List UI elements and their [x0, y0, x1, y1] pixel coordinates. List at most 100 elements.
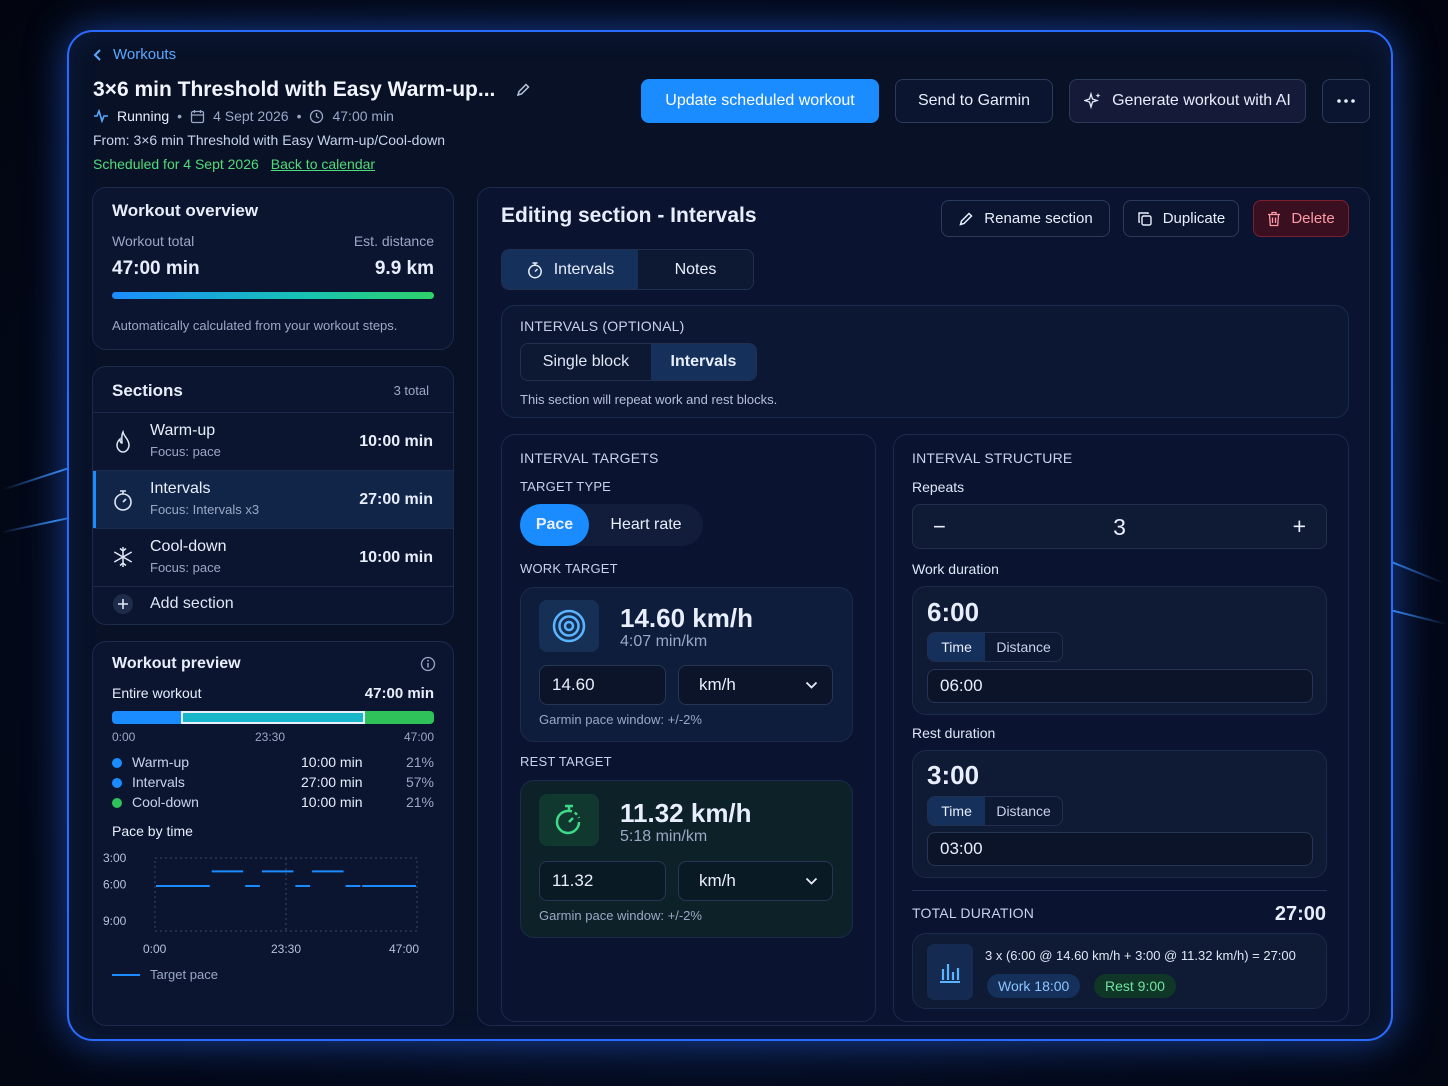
- editor-title: Editing section - Intervals: [501, 204, 757, 227]
- workout-overview-card: Workout overview Workout total Est. dist…: [92, 187, 454, 350]
- timeline-cool-down: [365, 711, 434, 724]
- section-item-warm-up[interactable]: Warm-up Focus: pace 10:00 min: [93, 413, 453, 470]
- pencil-icon[interactable]: [515, 82, 531, 98]
- trash-icon: [1267, 211, 1281, 227]
- rest-target-input[interactable]: 11.32: [539, 861, 666, 901]
- rename-label: Rename section: [984, 210, 1093, 227]
- send-to-garmin-button[interactable]: Send to Garmin: [895, 79, 1053, 123]
- delete-button[interactable]: Delete: [1253, 200, 1349, 237]
- work-target-input[interactable]: 14.60: [539, 665, 666, 705]
- rest-duration-input[interactable]: 03:00: [927, 832, 1313, 866]
- target-type-heart-rate[interactable]: Heart rate: [589, 504, 703, 546]
- section-item-cool-down[interactable]: Cool-down Focus: pace 10:00 min: [93, 529, 453, 586]
- rest-pace: 5:18 min/km: [620, 828, 708, 845]
- intervals-mode-box: INTERVALS (OPTIONAL) Single block Interv…: [501, 305, 1349, 418]
- section-duration: 27:00 min: [359, 491, 433, 508]
- total-duration-value: 27:00: [1274, 903, 1326, 925]
- section-duration: 10:00 min: [359, 433, 433, 450]
- activity-icon: [93, 109, 109, 123]
- legend-pct: 21%: [405, 754, 434, 770]
- rest-speed: 11.32 km/h: [620, 798, 752, 828]
- more-horizontal-icon: [1337, 99, 1355, 103]
- entire-workout-value: 47:00 min: [364, 685, 434, 702]
- separator-dot: •: [296, 108, 302, 124]
- sections-title: Sections: [112, 381, 183, 400]
- timeline-tick-start: 0:00: [112, 730, 136, 744]
- work-duration-input[interactable]: 06:00: [927, 669, 1313, 703]
- copy-icon: [1137, 211, 1153, 227]
- section-focus: Focus: Intervals x3: [150, 502, 260, 517]
- total-duration-label: TOTAL DURATION: [912, 905, 1035, 921]
- work-unit-select[interactable]: km/h: [678, 665, 833, 705]
- total-summary-box: 3 x (6:00 @ 14.60 km/h + 3:00 @ 11.32 km…: [912, 933, 1327, 1009]
- calendar-icon: [190, 109, 205, 124]
- section-name: Cool-down: [150, 538, 227, 555]
- est-distance-value: 9.9 km: [374, 258, 434, 279]
- rename-section-button[interactable]: Rename section: [941, 200, 1110, 237]
- generate-ai-button[interactable]: Generate workout with AI: [1069, 79, 1306, 123]
- repeats-stepper: − 3 +: [912, 504, 1327, 549]
- repeats-increment-button[interactable]: +: [1293, 513, 1306, 540]
- info-icon[interactable]: [420, 656, 436, 672]
- legend-dot: [112, 778, 122, 788]
- work-speed: 14.60 km/h: [620, 603, 753, 633]
- tab-intervals[interactable]: Intervals: [502, 250, 638, 289]
- section-duration: 10:00 min: [359, 549, 433, 566]
- target-type-pace[interactable]: Pace: [520, 504, 589, 546]
- sections-card: Sections 3 total Warm-up Focus: pace 10:…: [92, 366, 454, 625]
- interval-structure-panel: INTERVAL STRUCTURE Repeats − 3 + Work du…: [893, 434, 1349, 1022]
- timeline-warm-up: [112, 711, 181, 724]
- work-total-chip: Work 18:00: [987, 974, 1081, 998]
- back-to-calendar-link[interactable]: Back to calendar: [271, 156, 375, 172]
- rest-mode-time[interactable]: Time: [928, 797, 986, 825]
- legend-line-label: Target pace: [150, 967, 218, 982]
- legend-row-warm-up: Warm-up 10:00 min 21%: [112, 754, 434, 772]
- update-workout-button[interactable]: Update scheduled workout: [641, 79, 879, 123]
- mode-intervals[interactable]: Intervals: [650, 344, 756, 380]
- work-duration-label: Work duration: [912, 561, 999, 577]
- snowflake-icon: [112, 546, 134, 568]
- plus-circle-icon: [112, 593, 134, 615]
- work-unit-value: km/h: [699, 675, 736, 694]
- work-mode-distance[interactable]: Distance: [985, 633, 1062, 661]
- legend-name: Cool-down: [132, 794, 199, 810]
- rest-mode-distance[interactable]: Distance: [985, 797, 1062, 825]
- work-duration-mode: Time Distance: [927, 632, 1063, 662]
- legend-name: Intervals: [132, 774, 185, 790]
- tab-intervals-label: Intervals: [553, 260, 615, 278]
- section-focus: Focus: pace: [150, 560, 221, 575]
- legend-duration: 10:00 min: [301, 754, 363, 770]
- clock-icon: [309, 109, 324, 124]
- target-type-toggle: Pace Heart rate: [520, 504, 703, 546]
- mode-single-block[interactable]: Single block: [521, 344, 651, 380]
- intervals-optional-label: INTERVALS (OPTIONAL): [520, 318, 685, 334]
- legend-duration: 10:00 min: [301, 794, 363, 810]
- legend-name: Warm-up: [132, 754, 190, 770]
- chevron-down-icon: [805, 681, 818, 689]
- workout-preview-card: Workout preview Entire workout 47:00 min…: [92, 641, 454, 1026]
- page-title: 3×6 min Threshold with Easy Warm-up...: [93, 78, 496, 101]
- breadcrumb[interactable]: Workouts: [93, 46, 176, 63]
- overview-progress-bar: [112, 292, 434, 299]
- rest-unit-value: km/h: [699, 871, 736, 890]
- repeats-label: Repeats: [912, 479, 965, 495]
- interval-targets-panel: INTERVAL TARGETS TARGET TYPE Pace Heart …: [501, 434, 876, 1022]
- more-options-button[interactable]: [1322, 79, 1370, 123]
- pace-chart-legend: Target pace: [112, 967, 218, 982]
- tab-notes[interactable]: Notes: [638, 250, 753, 289]
- add-section-button[interactable]: Add section: [112, 593, 234, 615]
- duplicate-button[interactable]: Duplicate: [1123, 200, 1239, 237]
- interval-structure-title: INTERVAL STRUCTURE: [912, 450, 1073, 466]
- legend-pct: 57%: [405, 774, 434, 790]
- rest-unit-select[interactable]: km/h: [678, 861, 833, 901]
- legend-line-swatch: [112, 973, 140, 976]
- add-section-label: Add section: [150, 595, 234, 612]
- work-mode-time[interactable]: Time: [928, 633, 986, 661]
- x-tick-label: 23:30: [271, 942, 301, 956]
- repeats-value[interactable]: 3: [913, 514, 1326, 541]
- overview-title: Workout overview: [112, 201, 259, 220]
- section-focus: Focus: pace: [150, 444, 221, 459]
- bar-chart-icon: [927, 944, 973, 1000]
- section-item-intervals[interactable]: Intervals Focus: Intervals x3 27:00 min: [93, 471, 453, 528]
- x-tick-label: 0:00: [143, 942, 167, 956]
